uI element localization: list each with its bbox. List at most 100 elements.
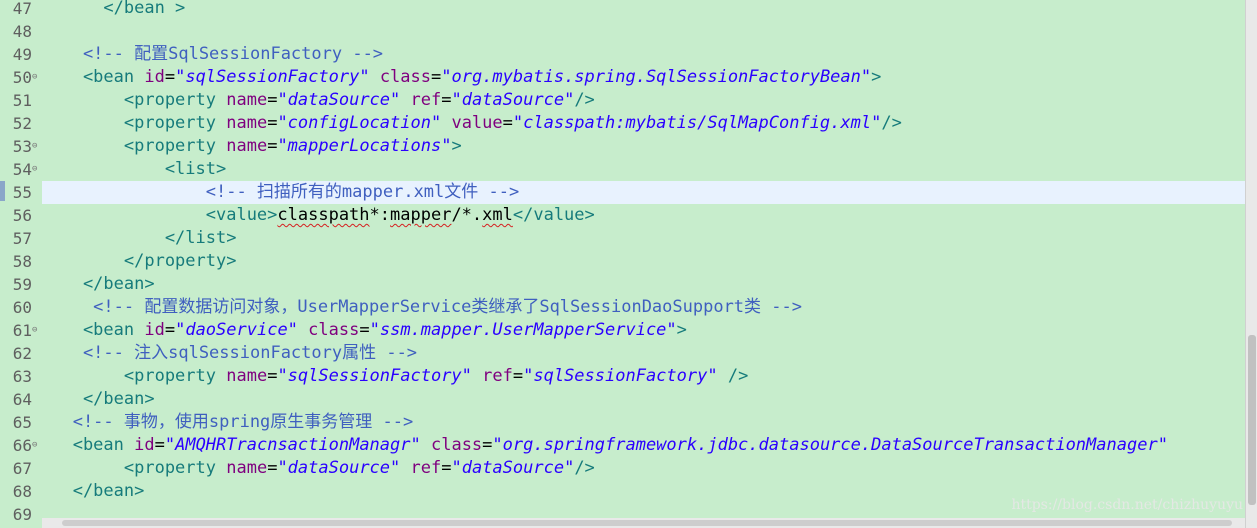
- code-token: =: [267, 136, 278, 156]
- code-token: =: [482, 435, 493, 455]
- code-token: <property: [42, 90, 227, 110]
- code-token: ref: [482, 366, 513, 386]
- code-line[interactable]: <property name="dataSource" ref="dataSou…: [42, 457, 1245, 480]
- code-token: "sqlSessionFactory": [175, 67, 370, 87]
- code-line[interactable]: </bean>: [42, 388, 1245, 411]
- line-number: 53: [12, 137, 32, 156]
- code-line[interactable]: <!-- 注入sqlSessionFactory属性 -->: [42, 342, 1245, 365]
- code-token: "daoService": [175, 320, 298, 340]
- code-token: id: [144, 67, 165, 87]
- line-number: 52: [12, 114, 32, 133]
- code-line[interactable]: <list>: [42, 158, 1245, 181]
- fold-toggle-icon[interactable]: ⊖: [32, 135, 41, 158]
- code-token: <!-- 注入sqlSessionFactory属性 -->: [42, 343, 418, 363]
- horizontal-scrollbar[interactable]: [42, 518, 1245, 528]
- code-line[interactable]: <property name="dataSource" ref="dataSou…: [42, 89, 1245, 112]
- code-token: =: [441, 90, 452, 110]
- fold-toggle-icon[interactable]: ⊖: [32, 66, 41, 89]
- code-token: "dataSource": [451, 458, 575, 478]
- code-token: xml: [482, 205, 513, 225]
- code-line[interactable]: <bean id="sqlSessionFactory" class="org.…: [42, 66, 1245, 89]
- code-line[interactable]: </property>: [42, 250, 1245, 273]
- code-line[interactable]: <bean id="AMQHRTracnsactionManagr" class…: [42, 434, 1245, 457]
- code-token: <bean: [42, 435, 135, 455]
- line-number: 54: [12, 160, 32, 179]
- code-token: =: [431, 67, 442, 87]
- vertical-scrollbar-thumb[interactable]: [1248, 335, 1256, 505]
- line-number: 64: [12, 390, 32, 409]
- line-number: 66: [12, 436, 32, 455]
- code-line[interactable]: <!-- 配置SqlSessionFactory -->: [42, 43, 1245, 66]
- xml-editor[interactable]: 47 48 49 50 ⊖ 51 52 53 ⊖ 54 ⊖ 55 56 57 58 59 60 61 ⊖ 62 63 64…: [0, 0, 1257, 528]
- vertical-scrollbar[interactable]: [1245, 0, 1257, 528]
- code-line[interactable]: </bean>: [42, 273, 1245, 296]
- code-token: class: [308, 320, 360, 340]
- line-number: 68: [12, 482, 32, 501]
- code-token: =: [502, 113, 513, 133]
- code-token: </bean>: [42, 481, 145, 501]
- code-line[interactable]: <bean id="daoService" class="ssm.mapper.…: [42, 319, 1245, 342]
- code-line[interactable]: <!-- 配置数据访问对象，UserMapperService类继承了SqlSe…: [42, 296, 1245, 319]
- code-line[interactable]: <property name="configLocation" value="c…: [42, 112, 1245, 135]
- code-token: "dataSource": [277, 458, 401, 478]
- code-token: ref: [410, 458, 442, 478]
- code-token: />: [717, 366, 749, 386]
- fold-toggle-icon[interactable]: ⊖: [32, 158, 41, 181]
- code-area[interactable]: </bean > <!-- 配置SqlSessionFactory --> <b…: [42, 0, 1245, 528]
- code-token: =: [267, 458, 278, 478]
- code-token: <property: [42, 366, 227, 386]
- code-token: </value>: [512, 205, 595, 225]
- code-token: ref: [410, 90, 442, 110]
- code-token: *:: [369, 205, 391, 225]
- code-token: =: [154, 435, 165, 455]
- line-number: 62: [12, 344, 32, 363]
- code-token: class: [430, 435, 483, 455]
- code-token: "dataSource": [277, 90, 401, 110]
- code-token: >: [871, 67, 882, 87]
- code-line[interactable]: <value>classpath*:mapper/*.xml</value>: [42, 204, 1245, 227]
- code-token: "mapperLocations": [277, 136, 452, 156]
- fold-toggle-icon[interactable]: ⊖: [32, 434, 41, 457]
- code-token: </bean>: [42, 389, 155, 409]
- code-line-current[interactable]: <!-- 扫描所有的mapper.xml文件 -->: [42, 181, 1245, 204]
- fold-toggle-icon[interactable]: ⊖: [32, 319, 41, 342]
- code-token: class: [379, 67, 431, 87]
- code-line[interactable]: [42, 20, 1245, 43]
- watermark: https://blog.csdn.net/chizhuyuyu: [1011, 497, 1243, 513]
- code-line[interactable]: </list>: [42, 227, 1245, 250]
- code-token: >: [676, 320, 687, 340]
- code-token: name: [226, 366, 268, 386]
- code-line[interactable]: <!-- 事物，使用spring原生事务管理 -->: [42, 411, 1245, 434]
- line-number: 58: [12, 252, 32, 271]
- code-token: "AMQHRTracnsactionManagr": [164, 435, 421, 455]
- code-token: </property>: [42, 251, 237, 271]
- code-token: <property: [42, 113, 227, 133]
- line-number: 61: [12, 321, 32, 340]
- line-number: 50: [12, 68, 32, 87]
- code-token: id: [134, 435, 155, 455]
- code-token: =: [512, 366, 524, 386]
- code-token: />: [574, 90, 595, 110]
- bookmark-marker: [0, 181, 5, 201]
- code-token: "configLocation": [277, 113, 442, 133]
- code-line[interactable]: <property name="mapperLocations">: [42, 135, 1245, 158]
- line-number: 57: [12, 229, 32, 248]
- code-token: =: [267, 90, 278, 110]
- code-line[interactable]: </bean >: [42, 0, 1245, 20]
- code-token: "ssm.mapper.UserMapperService": [369, 320, 677, 340]
- line-number: 60: [12, 298, 32, 317]
- line-number: 69: [12, 505, 32, 524]
- code-token: =: [164, 67, 176, 87]
- code-token: <!-- 配置数据访问对象，UserMapperService类继承了SqlSe…: [42, 297, 802, 317]
- line-number: 48: [12, 22, 32, 41]
- code-token: "org.mybatis.spring.SqlSessionFactoryBea…: [441, 67, 872, 87]
- code-token: "sqlSessionFactory": [523, 366, 718, 386]
- code-line[interactable]: <property name="sqlSessionFactory" ref="…: [42, 365, 1245, 388]
- horizontal-scrollbar-thumb[interactable]: [62, 520, 1232, 526]
- code-token: </list>: [42, 228, 237, 248]
